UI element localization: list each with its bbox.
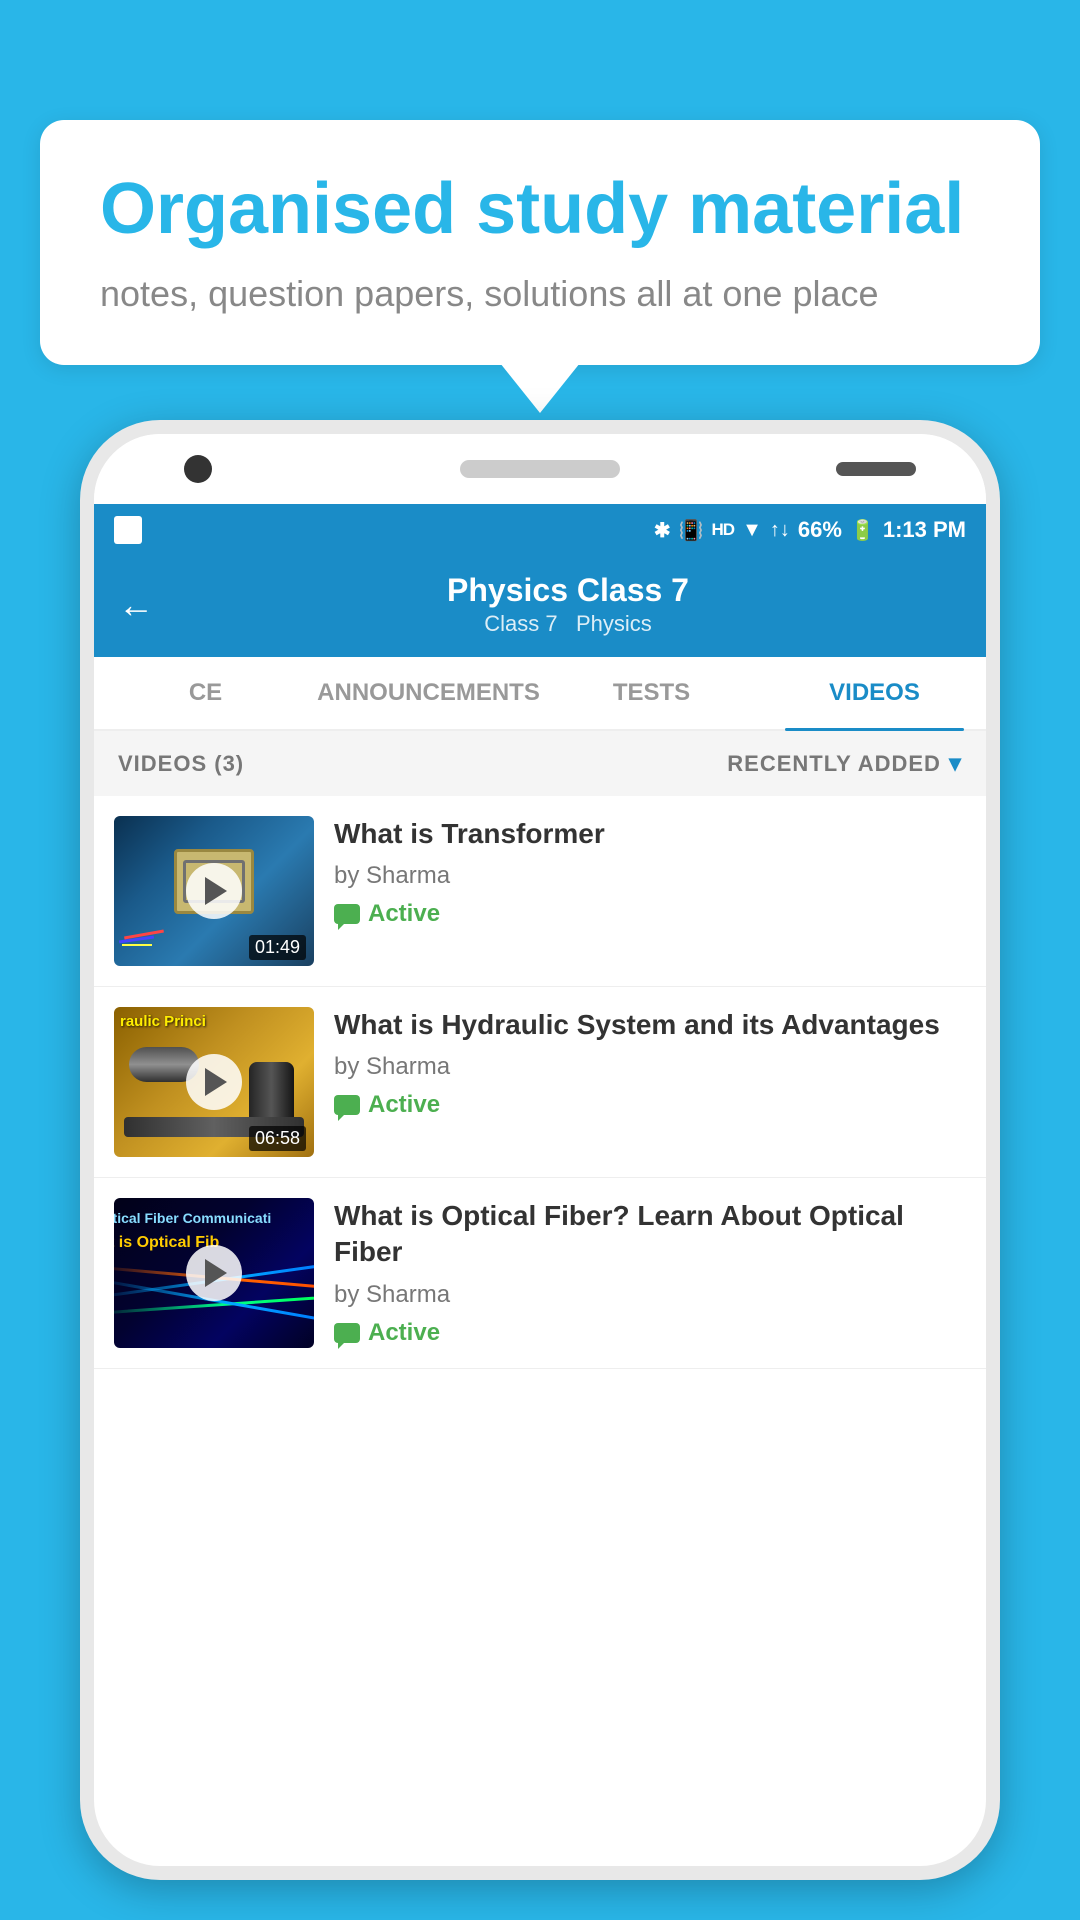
thumb-overlay-text-2: raulic Princi: [120, 1013, 308, 1030]
video-duration-1: 01:49: [249, 935, 306, 960]
header-text: Physics Class 7 Class 7 Physics: [174, 572, 962, 637]
tabs-bar: CE ANNOUNCEMENTS TESTS VIDEOS: [94, 657, 986, 731]
wifi-icon: ▼: [742, 519, 762, 542]
bluetooth-icon: ✱: [654, 518, 671, 543]
chat-icon-2: [334, 1095, 360, 1115]
app-icon-status: [114, 516, 142, 544]
speech-bubble: Organised study material notes, question…: [40, 120, 1040, 365]
sort-dropdown[interactable]: RECENTLY ADDED ▾: [727, 749, 962, 778]
video-title-3: What is Optical Fiber? Learn About Optic…: [334, 1198, 966, 1271]
video-item-1[interactable]: 01:49 What is Transformer by Sharma: [94, 796, 986, 987]
videos-count: VIDEOS (3): [118, 751, 244, 777]
status-label-1: Active: [368, 900, 440, 928]
vibrate-icon: 📳: [679, 518, 704, 543]
app-header: ← Physics Class 7 Class 7 Physics: [94, 556, 986, 657]
video-info-2: What is Hydraulic System and its Advanta…: [334, 1007, 966, 1119]
videos-section: VIDEOS (3) RECENTLY ADDED ▾: [94, 731, 986, 1866]
video-info-1: What is Transformer by Sharma Active: [334, 816, 966, 928]
fiber-text-line1: ptical Fiber Communicati: [114, 1210, 314, 1228]
video-status-1: Active: [334, 900, 966, 928]
play-triangle-2: [205, 1068, 227, 1096]
tab-announcements[interactable]: ANNOUNCEMENTS: [317, 657, 540, 729]
hd-icon: HD: [712, 520, 735, 540]
video-item-3[interactable]: ptical Fiber Communicati t is Optical Fi…: [94, 1178, 986, 1369]
tab-ce[interactable]: CE: [94, 657, 317, 729]
play-button-1[interactable]: [186, 863, 242, 919]
status-right: ✱ 📳 HD ▼ ↑↓ 66% 🔋 1:13 PM: [654, 517, 966, 543]
bubble-subtitle: notes, question papers, solutions all at…: [100, 273, 980, 315]
play-triangle-3: [205, 1259, 227, 1287]
video-thumbnail-2: raulic Princi 06:58: [114, 1007, 314, 1157]
video-status-3: Active: [334, 1319, 966, 1347]
video-duration-2: 06:58: [249, 1126, 306, 1151]
video-item-2[interactable]: raulic Princi 06:58: [94, 987, 986, 1178]
video-thumbnail-3: ptical Fiber Communicati t is Optical Fi…: [114, 1198, 314, 1348]
speaker-grille: [460, 460, 620, 478]
phone-device: ✱ 📳 HD ▼ ↑↓ 66% 🔋 1:13 PM ← Physics Clas…: [80, 420, 1000, 1880]
battery-icon: 🔋: [850, 518, 875, 543]
status-left: [114, 516, 146, 544]
clock: 1:13 PM: [883, 517, 966, 543]
play-overlay-2[interactable]: [186, 1054, 242, 1110]
signal-icon: ↑↓: [770, 519, 790, 542]
phone-top-hardware: [94, 434, 986, 504]
video-author-2: by Sharma: [334, 1053, 966, 1081]
header-subject: Physics: [576, 611, 652, 636]
play-triangle-1: [205, 877, 227, 905]
chat-icon-1: [334, 904, 360, 924]
header-title: Physics Class 7: [174, 572, 962, 609]
tab-tests[interactable]: TESTS: [540, 657, 763, 729]
play-button-2[interactable]: [186, 1054, 242, 1110]
phone-screen: ✱ 📳 HD ▼ ↑↓ 66% 🔋 1:13 PM ← Physics Clas…: [94, 434, 986, 1866]
chevron-down-icon: ▾: [949, 749, 962, 778]
video-list: 01:49 What is Transformer by Sharma: [94, 796, 986, 1866]
video-title-1: What is Transformer: [334, 816, 966, 852]
video-info-3: What is Optical Fiber? Learn About Optic…: [334, 1198, 966, 1347]
header-sep: [564, 611, 576, 636]
video-status-2: Active: [334, 1091, 966, 1119]
tab-videos[interactable]: VIDEOS: [763, 657, 986, 729]
status-label-3: Active: [368, 1319, 440, 1347]
status-bar: ✱ 📳 HD ▼ ↑↓ 66% 🔋 1:13 PM: [94, 504, 986, 556]
phone-outer-shell: ✱ 📳 HD ▼ ↑↓ 66% 🔋 1:13 PM ← Physics Clas…: [80, 420, 1000, 1880]
battery-percent: 66%: [798, 517, 842, 543]
chat-icon-3: [334, 1323, 360, 1343]
sort-label: RECENTLY ADDED: [727, 751, 941, 777]
play-overlay-3[interactable]: [186, 1245, 242, 1301]
video-author-1: by Sharma: [334, 862, 966, 890]
videos-header: VIDEOS (3) RECENTLY ADDED ▾: [94, 731, 986, 796]
video-title-2: What is Hydraulic System and its Advanta…: [334, 1007, 966, 1043]
video-thumbnail-1: 01:49: [114, 816, 314, 966]
header-subtitle: Class 7 Physics: [174, 611, 962, 637]
video-author-3: by Sharma: [334, 1281, 966, 1309]
status-label-2: Active: [368, 1091, 440, 1119]
play-button-3[interactable]: [186, 1245, 242, 1301]
home-indicator: [836, 462, 916, 476]
camera-dot: [184, 455, 212, 483]
back-button[interactable]: ←: [118, 584, 154, 626]
header-class: Class 7: [484, 611, 557, 636]
play-overlay-1[interactable]: [186, 863, 242, 919]
wire-3: [122, 944, 152, 946]
bubble-box: Organised study material notes, question…: [40, 120, 1040, 365]
bubble-title: Organised study material: [100, 170, 980, 249]
